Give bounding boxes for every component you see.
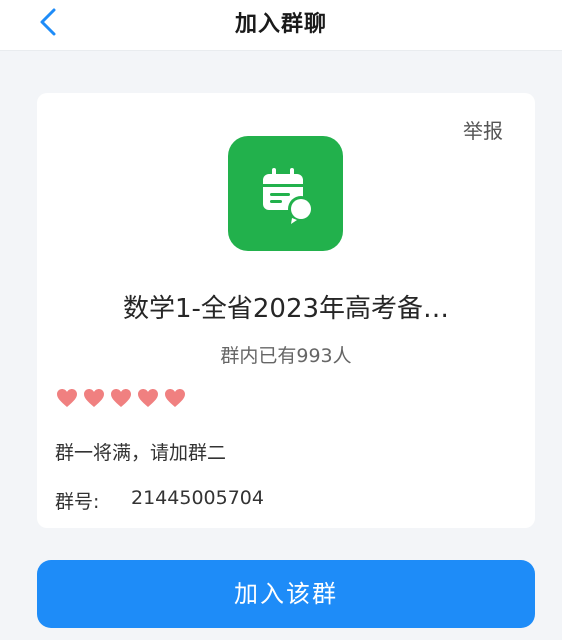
member-count: 群内已有993人: [220, 345, 352, 367]
group-id-row: 群号: 21445005704: [55, 487, 264, 514]
group-name: 数学1-全省2023年高考备…: [122, 294, 450, 324]
report-link[interactable]: 举报: [463, 115, 503, 144]
heart-icon: [165, 389, 185, 407]
heart-icon: [84, 389, 104, 407]
join-group-button[interactable]: 加入该群: [37, 560, 535, 628]
group-description: 群一将满，请加群二: [55, 442, 227, 464]
rating-hearts: [55, 386, 187, 412]
page-title: 加入群聊: [234, 12, 327, 37]
group-avatar: [228, 136, 343, 251]
heart-icon: [138, 389, 158, 407]
group-id-label: 群号:: [55, 491, 100, 513]
heart-icon: [111, 389, 131, 407]
top-bar: 加入群聊: [0, 0, 562, 51]
calendar-chat-icon: [263, 168, 314, 224]
group-info-card: 举报 数学1-全省2023年高考备… 群内已有993人 群一将满，请加群二 群号…: [37, 93, 535, 528]
heart-icon: [57, 389, 77, 407]
group-id-value: 21445005704: [131, 487, 264, 509]
